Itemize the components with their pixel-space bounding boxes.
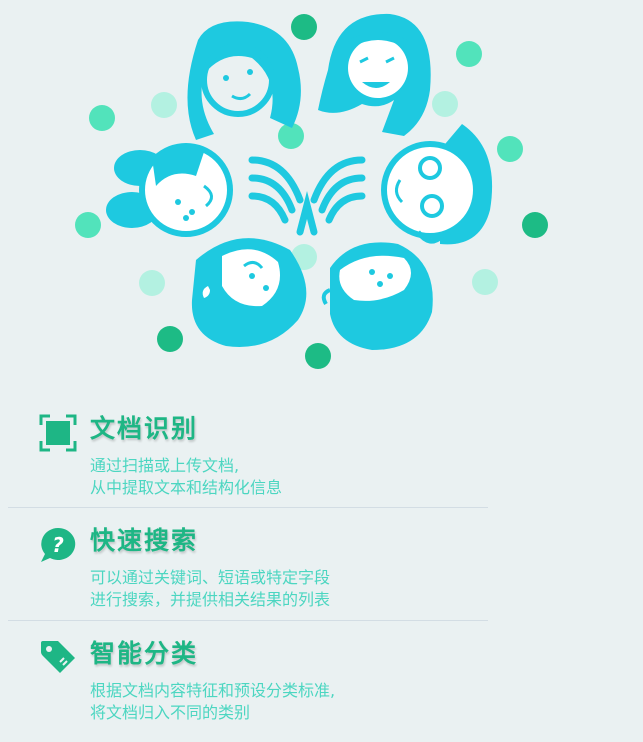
svg-text:?: ? [52,533,64,557]
feature-description: 可以通过关键词、短语或特定字段 进行搜索，并提供相关结果的列表 [90,567,330,611]
dot [139,270,165,296]
feature-description-line: 从中提取文本和结构化信息 [90,478,283,497]
feature-title: 文档识别 [90,414,199,443]
feature-description-line: 进行搜索，并提供相关结果的列表 [90,590,331,609]
feature-description: 根据文档内容特征和预设分类标准, 将文档归入不同的类别 [90,680,335,724]
dot [432,91,458,117]
hero-illustration [0,0,643,390]
dot [291,14,317,40]
feature-quick-search: ? 快速搜索 可以通过关键词、短语或特定字段 进行搜索，并提供相关结果的列表 [0,507,643,617]
feature-description-line: 根据文档内容特征和预设分类标准, [90,681,336,700]
feature-description: 通过扫描或上传文档, 从中提取文本和结构化信息 [90,455,282,499]
face-bottom-right [321,242,433,350]
feature-description-line: 将文档归入不同的类别 [90,703,251,722]
feature-smart-classification: 智能分类 根据文档内容特征和预设分类标准, 将文档归入不同的类别 [0,620,643,730]
feature-document-recognition: 文档识别 通过扫描或上传文档, 从中提取文本和结构化信息 [0,395,643,505]
feature-title: 智能分类 [90,639,199,668]
dot [305,343,331,369]
dot [472,269,498,295]
faces-circle-illustration [75,13,548,369]
feature-description-line: 可以通过关键词、短语或特定字段 [90,568,331,587]
dot [157,326,183,352]
dot [522,212,548,238]
face-bottom-left [191,238,307,347]
face-wavy-hair [187,21,301,141]
feature-description-line: 通过扫描或上传文档, [90,456,240,475]
tag-icon [38,638,78,678]
dot [497,136,523,162]
center-logo-icon [248,156,366,236]
question-bubble-icon: ? [38,525,78,565]
face-bow [106,143,233,237]
scan-frame-icon [38,413,78,453]
dot [75,212,101,238]
dot [89,105,115,131]
dot [456,41,482,67]
dot [151,92,177,118]
feature-title: 快速搜索 [90,526,199,555]
face-glasses [381,124,493,245]
face-laughing-headband [318,13,431,136]
